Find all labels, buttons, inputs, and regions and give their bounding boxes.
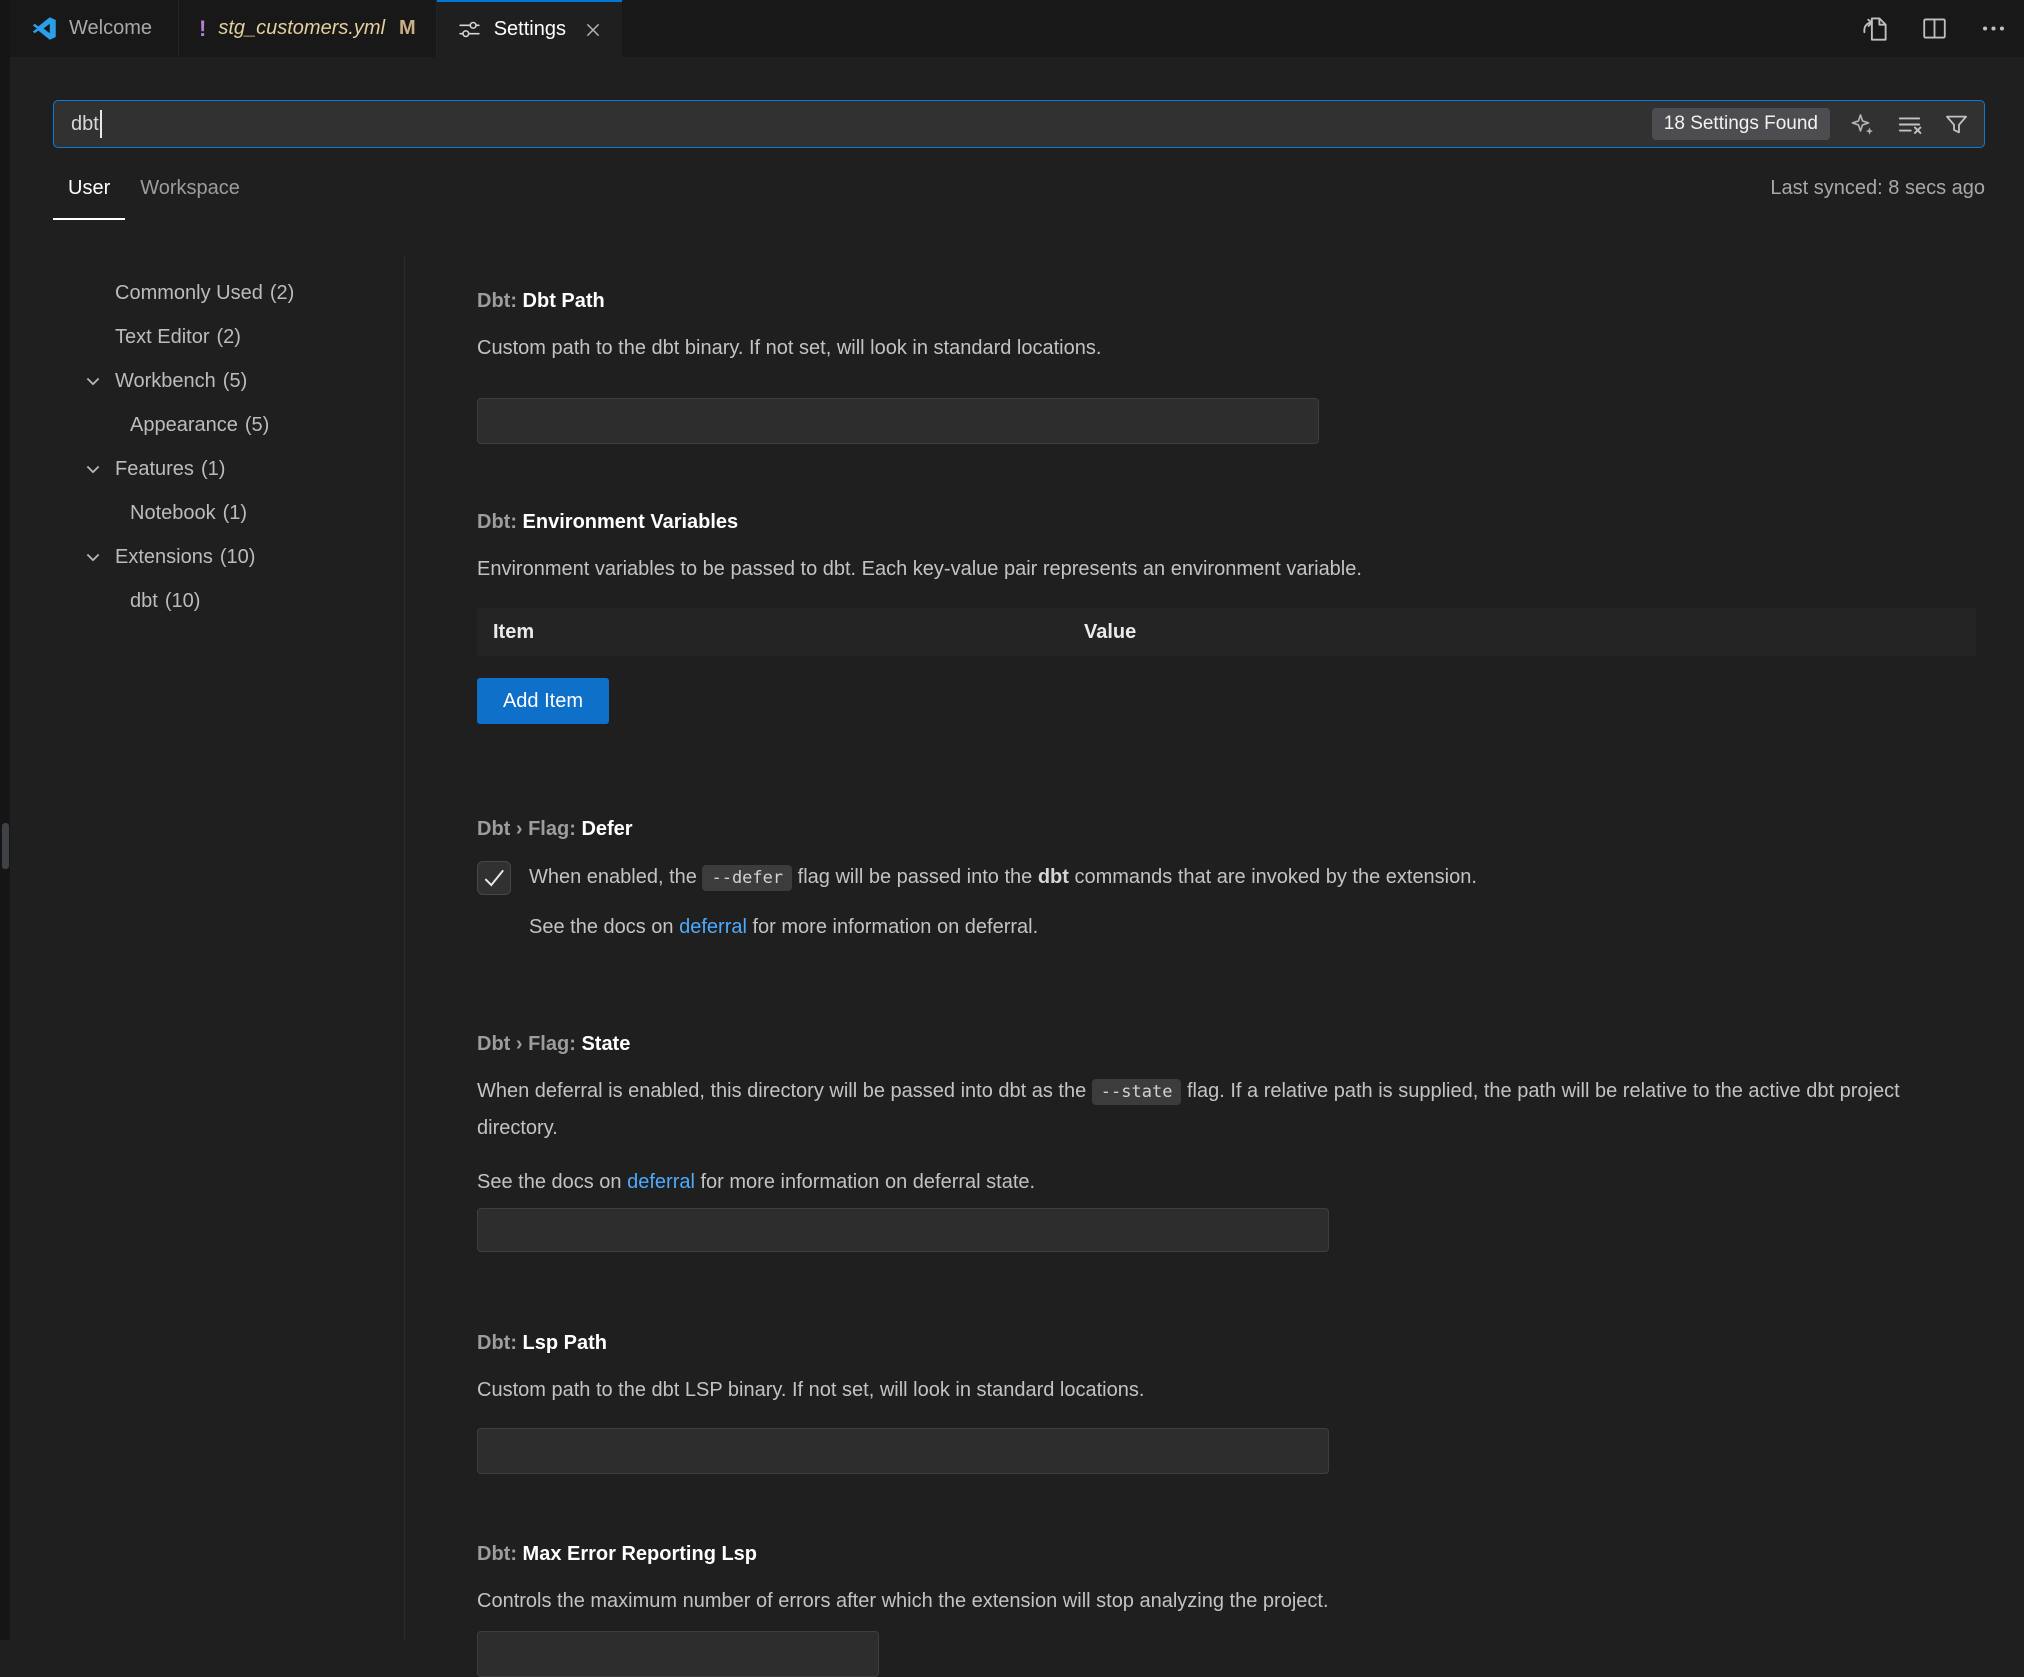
setting-title: Dbt › Flag: State [477, 1031, 1976, 1057]
left-scrollbar-handle[interactable] [2, 823, 9, 869]
setting-description: Custom path to the dbt binary. If not se… [477, 330, 1976, 366]
settings-list: Dbt: Dbt Path Custom path to the dbt bin… [405, 255, 2024, 1640]
setting-description: When deferral is enabled, this directory… [477, 1073, 1976, 1146]
toc-item-commonly-used[interactable]: Commonly Used (2) [10, 271, 404, 315]
git-modified-badge: M [399, 17, 416, 40]
chevron-down-icon[interactable] [83, 547, 105, 567]
max-error-reporting-input[interactable] [477, 1631, 879, 1677]
text-caret [100, 110, 102, 138]
chevron-down-icon[interactable] [83, 459, 105, 479]
setting-dbt-path: Dbt: Dbt Path Custom path to the dbt bin… [477, 288, 1976, 444]
clear-search-icon[interactable] [1895, 110, 1924, 139]
column-header-item: Item [477, 621, 1084, 644]
ai-search-sparkle-icon[interactable] [1849, 111, 1876, 138]
settings-toc: Commonly Used (2) Text Editor (2) Workbe… [10, 255, 405, 1640]
deferral-docs-link[interactable]: deferral [627, 1171, 695, 1193]
toc-item-dbt[interactable]: dbt (10) [10, 579, 404, 623]
env-variables-table-header: Item Value [477, 608, 1976, 656]
add-item-button[interactable]: Add Item [477, 678, 609, 724]
state-path-input[interactable] [477, 1208, 1329, 1252]
toc-item-features[interactable]: Features (1) [10, 447, 404, 491]
defer-checkbox[interactable] [477, 861, 511, 895]
close-tab-icon[interactable] [584, 21, 602, 39]
toc-item-notebook[interactable]: Notebook (1) [10, 491, 404, 535]
tab-welcome[interactable]: Welcome [10, 0, 179, 57]
editor-actions [1860, 0, 2008, 57]
defer-flag-code: --defer [702, 865, 792, 891]
setting-title: Dbt: Dbt Path [477, 288, 1976, 314]
setting-lsp-path: Dbt: Lsp Path Custom path to the dbt LSP… [477, 1330, 1976, 1474]
editor-tab-bar: Welcome ! stg_customers.yml M Settings [10, 0, 2024, 57]
state-flag-code: --state [1092, 1079, 1182, 1105]
setting-flag-defer: Dbt › Flag: Defer When enabled, the --de… [477, 816, 1976, 945]
setting-title: Dbt › Flag: Defer [477, 816, 1976, 842]
vscode-logo-icon [32, 16, 57, 41]
problem-warning-mark: ! [199, 16, 206, 42]
last-synced-status: Last synced: 8 secs ago [1770, 163, 1985, 200]
setting-environment-variables: Dbt: Environment Variables Environment v… [477, 509, 1976, 724]
scope-tab-workspace[interactable]: Workspace [125, 163, 255, 218]
scope-tab-user[interactable]: User [53, 163, 125, 220]
setting-title: Dbt: Environment Variables [477, 509, 1976, 535]
settings-search-input[interactable]: dbt 18 Settings Found [53, 100, 1985, 148]
tab-welcome-label: Welcome [69, 17, 152, 40]
setting-description: Custom path to the dbt LSP binary. If no… [477, 1372, 1976, 1408]
lsp-path-input[interactable] [477, 1428, 1329, 1474]
chevron-down-icon[interactable] [83, 371, 105, 391]
setting-max-error-reporting-lsp: Dbt: Max Error Reporting Lsp Controls th… [477, 1541, 1976, 1677]
setting-description: Environment variables to be passed to db… [477, 551, 1976, 587]
column-header-value: Value [1084, 621, 1976, 644]
setting-flag-state: Dbt › Flag: State When deferral is enabl… [477, 1031, 1976, 1252]
toc-item-appearance[interactable]: Appearance (5) [10, 403, 404, 447]
setting-description: When enabled, the --defer flag will be p… [529, 860, 1477, 895]
docs-note: See the docs on deferral for more inform… [477, 909, 1976, 945]
more-actions-icon[interactable] [1979, 14, 2008, 43]
tab-settings-label: Settings [494, 18, 566, 41]
split-editor-icon[interactable] [1920, 14, 1949, 43]
tab-settings[interactable]: Settings [437, 0, 622, 57]
left-rail [0, 0, 10, 1640]
settings-scope-row: User Workspace Last synced: 8 secs ago [53, 163, 1985, 240]
check-icon [481, 865, 507, 891]
tab-file-label: stg_customers.yml [218, 17, 385, 40]
filter-icon[interactable] [1943, 111, 1970, 138]
settings-found-badge: 18 Settings Found [1652, 108, 1830, 140]
docs-note: See the docs on deferral for more inform… [477, 1164, 1976, 1200]
deferral-docs-link[interactable]: deferral [679, 916, 747, 938]
setting-description: Controls the maximum number of errors af… [477, 1583, 1976, 1619]
settings-sliders-icon [457, 17, 482, 42]
tab-stg-customers[interactable]: ! stg_customers.yml M [179, 0, 437, 57]
setting-title: Dbt: Lsp Path [477, 1330, 1976, 1356]
toc-item-workbench[interactable]: Workbench (5) [10, 359, 404, 403]
setting-title: Dbt: Max Error Reporting Lsp [477, 1541, 1976, 1567]
open-settings-json-icon[interactable] [1860, 14, 1890, 44]
toc-item-text-editor[interactable]: Text Editor (2) [10, 315, 404, 359]
search-value: dbt [71, 113, 99, 136]
dbt-path-input[interactable] [477, 398, 1319, 444]
toc-item-extensions[interactable]: Extensions (10) [10, 535, 404, 579]
